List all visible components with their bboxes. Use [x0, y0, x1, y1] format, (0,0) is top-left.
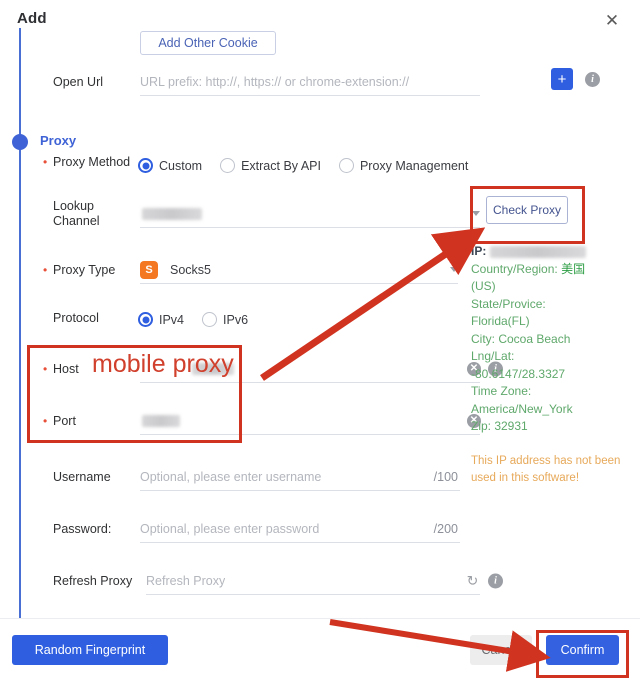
password-counter: /200	[433, 521, 458, 536]
country-value: 美国	[561, 261, 586, 276]
chevron-down-icon[interactable]	[472, 211, 480, 216]
timeline-node-proxy	[12, 134, 28, 150]
open-url-input[interactable]: URL prefix: http://, https:// or chrome-…	[140, 68, 480, 96]
confirm-button[interactable]: Confirm	[546, 635, 619, 665]
lookup-channel-select[interactable]	[140, 200, 480, 228]
password-row: Password: Optional, please enter passwor…	[40, 509, 540, 549]
protocol-row: Protocol	[40, 306, 540, 330]
host-input[interactable]	[140, 355, 480, 383]
add-url-button[interactable]: +	[551, 68, 573, 90]
radio-extract-by-api-label: Extract By API	[241, 158, 321, 173]
host-value-redacted	[192, 362, 234, 375]
host-row: • Host ✕ i	[40, 349, 540, 389]
port-row: • Port ✕	[40, 401, 540, 441]
check-proxy-button[interactable]: Check Proxy	[486, 196, 568, 224]
refresh-proxy-placeholder: Refresh Proxy	[146, 573, 226, 588]
refresh-proxy-label: Refresh Proxy	[53, 574, 133, 588]
city-line: City: Cocoa Beach	[471, 331, 571, 346]
close-icon[interactable]: ✕	[602, 10, 622, 30]
lookup-channel-value-redacted	[142, 207, 202, 220]
country-value-code: (US)	[471, 279, 496, 293]
password-label: Password:	[53, 522, 112, 536]
proxy-type-value: Socks5	[170, 262, 211, 277]
protocol-radio-group: IPv4 IPv6	[138, 312, 266, 327]
proxy-type-select[interactable]: S Socks5	[140, 256, 458, 284]
host-label: Host	[53, 362, 79, 376]
country-line: Country/Region: 美国	[471, 261, 631, 279]
lookup-channel-row: Lookup Channel i	[40, 192, 540, 236]
refresh-icon[interactable]: ↻	[465, 573, 480, 589]
ip-value-redacted	[489, 245, 586, 258]
add-profile-dialog: Add ✕ Add Other Cookie Open Url URL pref…	[0, 0, 640, 692]
username-placeholder: Optional, please enter username	[140, 469, 322, 484]
dialog-footer: Random Fingerprint Cancel Confirm	[0, 618, 640, 692]
country-label: Country/Region:	[471, 261, 558, 276]
proxy-section-title: Proxy	[40, 133, 77, 148]
timezone-label: Time Zone:	[471, 384, 532, 398]
ip-line: IP:	[471, 243, 631, 261]
cancel-button[interactable]: Cancel	[470, 635, 532, 665]
protocol-label: Protocol	[53, 311, 99, 325]
socks5-icon: S	[140, 260, 158, 279]
state-label: State/Provice:	[471, 296, 546, 311]
timeline-rail	[19, 28, 21, 618]
zip-line: Zip: 32931	[471, 419, 528, 433]
timezone-value: America/New_York	[471, 401, 573, 416]
radio-proxy-management-dot	[338, 158, 354, 173]
lnglat-value: -80.6147/28.3327	[471, 366, 566, 381]
radio-proxy-management-label: Proxy Management	[359, 158, 469, 173]
dialog-title: Add	[17, 10, 47, 27]
required-marker: •	[43, 155, 48, 169]
port-value-redacted	[142, 414, 180, 427]
ip-usage-warning: This IP address has not been used in thi…	[471, 455, 621, 484]
ip-label: IP:	[471, 244, 487, 258]
proxy-method-radio-group: Custom Extract By API Proxy Management	[138, 158, 486, 173]
radio-ipv6[interactable]: IPv6	[202, 312, 248, 327]
open-url-placeholder: URL prefix: http://, https:// or chrome-…	[140, 74, 410, 89]
state-value: Florida(FL)	[471, 314, 530, 328]
proxy-type-label: Proxy Type	[53, 263, 116, 277]
lnglat-label: Lng/Lat:	[471, 349, 515, 363]
radio-ipv4-label: IPv4	[159, 312, 185, 327]
refresh-proxy-input[interactable]: Refresh Proxy	[146, 567, 480, 595]
username-counter: /100	[433, 469, 458, 484]
required-marker: •	[43, 263, 48, 277]
username-input[interactable]: Optional, please enter username /100	[140, 463, 460, 491]
radio-ipv4-dot	[138, 312, 153, 327]
radio-extract-by-api[interactable]: Extract By API	[220, 158, 321, 173]
radio-ipv4[interactable]: IPv4	[138, 312, 184, 327]
radio-proxy-management[interactable]: Proxy Management	[338, 158, 469, 173]
radio-custom-dot	[138, 158, 153, 173]
dialog-body: Add Other Cookie Open Url URL prefix: ht…	[0, 28, 640, 618]
password-placeholder: Optional, please enter password	[140, 521, 320, 536]
lookup-channel-label-line1: Lookup	[53, 199, 95, 213]
open-url-row: Open Url URL prefix: http://, https:// o…	[40, 62, 540, 102]
port-input[interactable]	[140, 407, 480, 435]
lookup-channel-label: Lookup Channel	[53, 199, 100, 229]
password-input[interactable]: Optional, please enter password /200	[140, 515, 460, 543]
lookup-channel-label-line2: Channel	[53, 214, 100, 228]
refresh-proxy-row: Refresh Proxy Refresh Proxy ↻ i	[40, 561, 540, 601]
proxy-method-label: Proxy Method	[53, 155, 131, 169]
required-marker: •	[43, 362, 48, 376]
required-marker: •	[43, 414, 48, 428]
radio-ipv6-dot	[202, 312, 218, 327]
radio-extract-by-api-dot	[220, 158, 236, 173]
radio-custom-label: Custom	[159, 158, 203, 173]
username-label: Username	[53, 470, 111, 484]
proxy-type-row: • Proxy Type S Socks5	[40, 250, 540, 290]
radio-ipv6-label: IPv6	[223, 312, 249, 327]
chevron-down-icon[interactable]	[450, 267, 458, 272]
refresh-proxy-info-icon[interactable]: i	[488, 573, 503, 589]
add-other-cookie-button[interactable]: Add Other Cookie	[140, 31, 276, 55]
open-url-info-icon[interactable]: i	[585, 72, 600, 87]
ip-info-panel: IP: Country/Region: 美国 (US) State/Provic…	[471, 243, 631, 436]
radio-custom[interactable]: Custom	[138, 158, 202, 173]
username-row: Username Optional, please enter username…	[40, 457, 540, 497]
open-url-label: Open Url	[53, 75, 104, 89]
port-label: Port	[53, 414, 76, 428]
random-fingerprint-button[interactable]: Random Fingerprint	[12, 635, 168, 665]
